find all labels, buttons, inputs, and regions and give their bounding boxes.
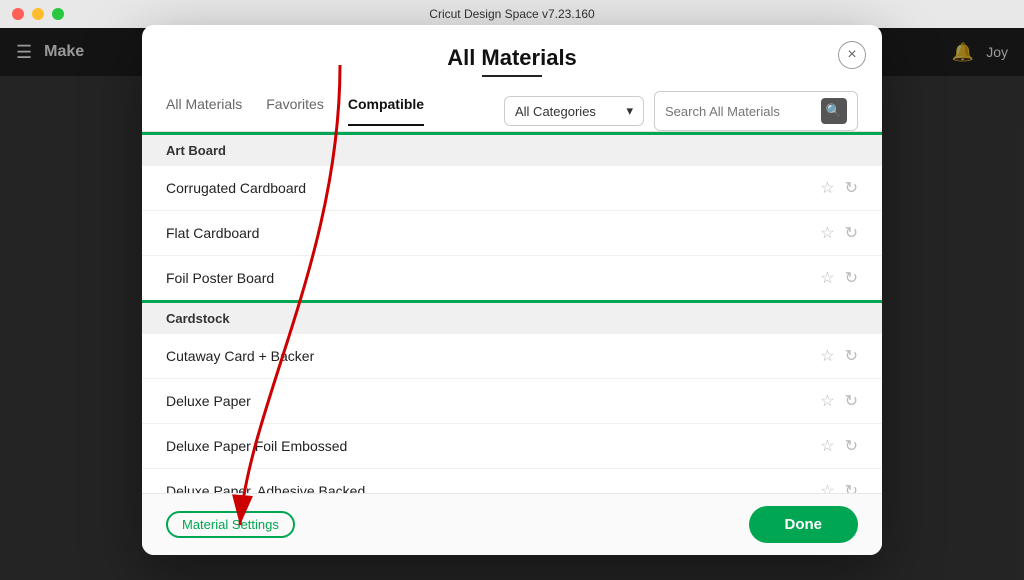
tab-compatible[interactable]: Compatible [348,96,424,126]
refresh-icon[interactable]: ↻ [845,481,858,493]
category-art-board: Art Board Corrugated Cardboard ☆ ↻ Flat … [142,132,882,300]
title-bar: Cricut Design Space v7.23.160 [0,0,1024,28]
close-button[interactable]: × [838,41,866,69]
material-actions: ☆ ↻ [820,178,858,198]
modal-header: All Materials × [142,25,882,77]
search-button[interactable]: 🔍 [821,98,847,124]
search-icon: 🔍 [826,103,842,119]
material-name: Deluxe Paper [166,393,251,409]
material-item: Flat Cardboard ☆ ↻ [142,211,882,256]
modal-title: All Materials [166,45,858,71]
refresh-icon[interactable]: ↻ [845,346,858,366]
material-name: Cutaway Card + Backer [166,348,314,364]
material-actions: ☆ ↻ [820,481,858,493]
material-name: Corrugated Cardboard [166,180,306,196]
category-header-art-board: Art Board [142,132,882,166]
category-cardstock: Cardstock Cutaway Card + Backer ☆ ↻ Delu… [142,300,882,493]
tab-favorites[interactable]: Favorites [266,96,324,126]
all-materials-modal: All Materials × All Materials Favorites … [142,25,882,555]
material-name: Flat Cardboard [166,225,259,241]
material-item: Cutaway Card + Backer ☆ ↻ [142,334,882,379]
material-name: Deluxe Paper Foil Embossed [166,438,347,454]
category-dropdown[interactable]: All Categories ▾ [504,96,644,126]
maximize-traffic-light[interactable] [52,8,64,20]
star-icon[interactable]: ☆ [820,346,834,366]
refresh-icon[interactable]: ↻ [845,178,858,198]
category-select-label: All Categories [515,104,596,119]
star-icon[interactable]: ☆ [820,223,834,243]
refresh-icon[interactable]: ↻ [845,436,858,456]
tabs-row: All Materials Favorites Compatible All C… [142,77,882,132]
material-name: Deluxe Paper, Adhesive Backed [166,483,365,493]
star-icon[interactable]: ☆ [820,436,834,456]
material-item: Deluxe Paper Foil Embossed ☆ ↻ [142,424,882,469]
material-actions: ☆ ↻ [820,346,858,366]
star-icon[interactable]: ☆ [820,391,834,411]
refresh-icon[interactable]: ↻ [845,268,858,288]
window-title: Cricut Design Space v7.23.160 [429,7,594,21]
traffic-lights [12,8,64,20]
star-icon[interactable]: ☆ [820,268,834,288]
material-item: Foil Poster Board ☆ ↻ [142,256,882,300]
search-box: 🔍 [654,91,858,131]
star-icon[interactable]: ☆ [820,178,834,198]
material-actions: ☆ ↻ [820,436,858,456]
material-item: Deluxe Paper, Adhesive Backed ☆ ↻ [142,469,882,493]
material-name: Foil Poster Board [166,270,274,286]
modal-footer: Material Settings Done [142,493,882,555]
refresh-icon[interactable]: ↻ [845,223,858,243]
category-header-cardstock: Cardstock [142,300,882,334]
refresh-icon[interactable]: ↻ [845,391,858,411]
material-item: Deluxe Paper ☆ ↻ [142,379,882,424]
chevron-down-icon: ▾ [626,103,633,119]
done-button[interactable]: Done [749,506,859,543]
material-actions: ☆ ↻ [820,223,858,243]
modal-title-underline [482,75,542,77]
material-item: Corrugated Cardboard ☆ ↻ [142,166,882,211]
search-input[interactable] [665,104,815,119]
close-traffic-light[interactable] [12,8,24,20]
material-actions: ☆ ↻ [820,391,858,411]
minimize-traffic-light[interactable] [32,8,44,20]
tab-all-materials[interactable]: All Materials [166,96,242,126]
star-icon[interactable]: ☆ [820,481,834,493]
material-actions: ☆ ↻ [820,268,858,288]
modal-body: Art Board Corrugated Cardboard ☆ ↻ Flat … [142,132,882,493]
material-settings-link[interactable]: Material Settings [166,511,295,538]
